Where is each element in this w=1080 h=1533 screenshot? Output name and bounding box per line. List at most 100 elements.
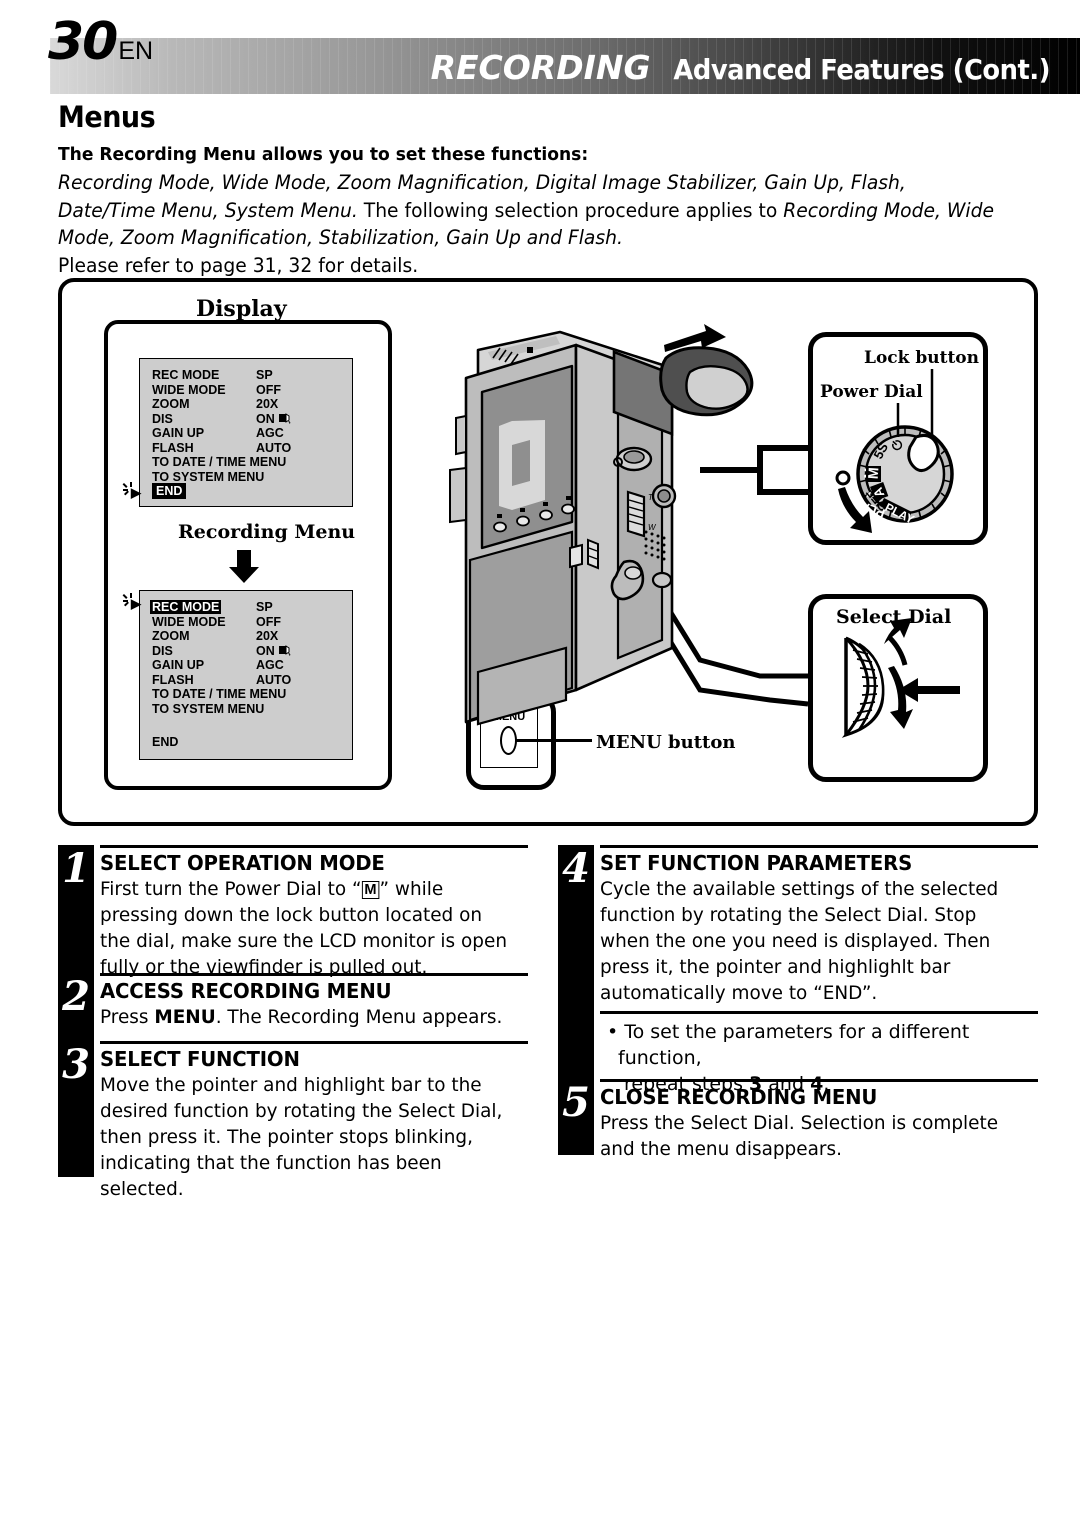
intro-body: Recording Mode, Wide Mode, Zoom Magnific… (58, 169, 1008, 279)
image-stabilizer-icon (278, 412, 291, 424)
menu-button-leader-line (516, 739, 592, 742)
menu-row[interactable]: DIS ON (152, 412, 347, 427)
header-title-main: RECORDING (430, 48, 651, 87)
menu-row[interactable]: FLASH AUTO (152, 673, 347, 688)
page-header: RECORDING Advanced Features (Cont.) (0, 38, 1080, 94)
menu-row-value: ON (256, 644, 346, 659)
image-stabilizer-icon (278, 644, 291, 656)
menu-row-label: GAIN UP (152, 658, 205, 672)
header-title: RECORDING Advanced Features (Cont.) (431, 48, 1066, 87)
menu-row-label: ZOOM (152, 629, 190, 643)
step-number-3: 3 (62, 1041, 90, 1088)
menu-row-label: TO DATE / TIME MENU (152, 687, 287, 701)
mode-m-badge: M (361, 881, 380, 899)
step-3-title: SELECT FUNCTION (100, 1047, 300, 1071)
menu-row[interactable]: WIDE MODE OFF (152, 383, 347, 398)
step-1-title: SELECT OPERATION MODE (100, 851, 385, 875)
menu-row[interactable]: GAIN UP AGC (152, 426, 347, 441)
menu-end-label: END (152, 482, 187, 499)
step-5: CLOSE RECORDING MENU Press the Select Di… (600, 1079, 1038, 1162)
intro-plain-a: The following selection procedure applie… (357, 198, 784, 222)
menu-row-label: WIDE MODE (152, 614, 226, 629)
menu-row[interactable]: FLASH AUTO (152, 441, 347, 456)
menu-button[interactable] (500, 726, 517, 755)
menu-row-value: SP (256, 600, 273, 614)
menu-row-label: ZOOM (152, 397, 190, 411)
menu-row[interactable]: TO DATE / TIME MENU (152, 687, 347, 702)
menu-row-value: 20X (256, 397, 279, 411)
intro-text: The Recording Menu allows you to set the… (58, 143, 1048, 279)
note-line-1: • To set the parameters for a different … (607, 1021, 970, 1069)
menu-end-label: END (152, 734, 179, 749)
menu-row-value: OFF (256, 382, 281, 397)
page-number-value: 30 (48, 12, 118, 72)
step-2-title: ACCESS RECORDING MENU (100, 979, 392, 1003)
menu-screen-2-rows: REC MODE SP WIDE MODE OFF ZOOM 20X DIS O… (150, 600, 347, 717)
page-locale: EN (118, 37, 154, 65)
manual-page: RECORDING Advanced Features (Cont.) 30EN … (0, 0, 1080, 1533)
step-number-4: 4 (562, 845, 590, 892)
page-number: 30EN (48, 16, 153, 77)
pointer-blink-marks-2 (122, 593, 139, 609)
step-1-body: First turn the Power Dial to “M” while p… (100, 878, 508, 978)
menu-row-label: GAIN UP (152, 426, 205, 440)
section-title: Menus (58, 100, 156, 134)
menu-row-value: OFF (256, 614, 281, 629)
intro-applies-list-cont: Magnification, Stabilization, Gain Up an… (180, 226, 623, 249)
step-3-body: Move the pointer and highlight bar to th… (100, 1074, 503, 1200)
step-5-title: CLOSE RECORDING MENU (600, 1085, 878, 1109)
menu-row[interactable]: DIS ON (152, 644, 347, 659)
menu-row-value: AUTO (256, 440, 292, 455)
menu-keyword: MENU (154, 1006, 216, 1028)
step-number-1: 1 (62, 845, 90, 892)
menu-row-label: TO SYSTEM MENU (152, 469, 265, 484)
intro-functions-list-cont: Menu, System Menu. (161, 198, 358, 222)
menu-screen-2: REC MODE SP WIDE MODE OFF ZOOM 20X DIS O… (139, 590, 353, 760)
menu-row-highlight: REC MODE (150, 600, 222, 614)
menu-end-row-1[interactable]: END (152, 482, 187, 499)
step-3: SELECT FUNCTION Move the pointer and hig… (100, 1041, 528, 1202)
menu-row-value: AGC (256, 426, 284, 440)
step-4: SET FUNCTION PARAMETERS Cycle the availa… (600, 845, 1038, 1006)
menu-row-value: AGC (256, 658, 284, 672)
menu-row-label: REC MODE (150, 600, 256, 615)
menu-row-value: ON (256, 412, 346, 427)
menu-row-label: DIS (152, 411, 173, 426)
menu-row[interactable]: REC MODE SP (152, 368, 347, 383)
power-dial-label: Power Dial (820, 382, 923, 402)
menu-row[interactable]: WIDE MODE OFF (152, 615, 347, 630)
menu-row-value: 20X (256, 629, 279, 643)
menu-row-label: WIDE MODE (152, 382, 226, 397)
menu-button-face-label: MENU (492, 711, 526, 723)
menu-row-label: FLASH (152, 440, 194, 455)
down-arrow-icon (227, 550, 261, 584)
menu-screen-1: REC MODE SP WIDE MODE OFF ZOOM 20X DIS O… (139, 358, 353, 507)
step-2: ACCESS RECORDING MENU Press MENU. The Re… (100, 973, 528, 1030)
lock-button-label: Lock button (864, 348, 979, 368)
step-2-body: Press MENU. The Recording Menu appears. (100, 1006, 503, 1028)
display-label: Display (196, 296, 287, 322)
menu-row[interactable]: ZOOM 20X (152, 397, 347, 412)
menu-end-row-2[interactable]: END (152, 735, 178, 750)
pointer-blink-marks-1 (122, 482, 139, 498)
intro-page-reference: Please refer to page 31, 32 for details. (58, 253, 419, 277)
intro-lead: The Recording Menu allows you to set the… (58, 144, 589, 165)
menu-row[interactable]: ZOOM 20X (152, 629, 347, 644)
menu-row-label: DIS (152, 643, 173, 658)
menu-row[interactable]: TO SYSTEM MENU (152, 702, 347, 717)
menu-row[interactable]: GAIN UP AGC (152, 658, 347, 673)
recording-menu-caption: Recording Menu (178, 521, 356, 543)
menu-row-label: TO SYSTEM MENU (152, 701, 265, 716)
step-4-body: Cycle the available settings of the sele… (600, 878, 999, 1004)
step-number-5: 5 (562, 1079, 590, 1126)
menu-row[interactable]: TO DATE / TIME MENU (152, 455, 347, 470)
menu-row[interactable]: TO SYSTEM MENU (152, 470, 347, 485)
menu-row-selected[interactable]: REC MODE SP (150, 600, 347, 615)
menu-row-value: AUTO (256, 672, 292, 687)
header-title-sub: Advanced Features (Cont.) (672, 53, 1050, 86)
menu-button-label: MENU button (596, 732, 736, 753)
menu-row-label: REC MODE (152, 368, 220, 382)
step-4-title: SET FUNCTION PARAMETERS (600, 851, 913, 875)
menu-row-value: SP (256, 368, 273, 382)
menu-row-label: TO DATE / TIME MENU (152, 455, 287, 469)
